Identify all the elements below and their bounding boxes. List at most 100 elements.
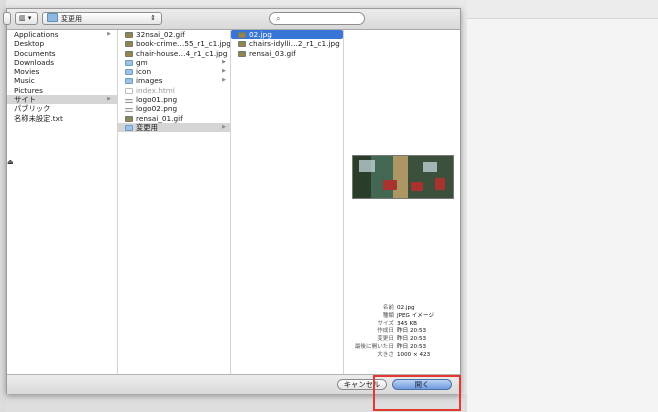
- folder-icon: [125, 69, 133, 76]
- list-item[interactable]: book-crime…55_r1_c1.jpg: [118, 39, 230, 48]
- png-file-icon: [125, 108, 133, 113]
- image-file-icon: [238, 41, 246, 48]
- sidebar-item-music[interactable]: Music: [7, 76, 117, 85]
- browser-column-1: 32nsai_02.gif book-crime…55_r1_c1.jpg ch…: [118, 30, 231, 374]
- preview-image-detail: [435, 178, 445, 190]
- file-info-panel: 名前 02.jpg 種類 JPEG イメージ サイズ 345 KB 作成日 昨日 20:…: [344, 305, 460, 360]
- preview-image-detail: [411, 182, 423, 191]
- list-item[interactable]: chairs-idylli…2_r1_c1.jpg: [231, 39, 343, 48]
- folder-icon: [47, 13, 58, 22]
- sidebar-item-untitled-txt[interactable]: 名称未設定.txt: [7, 114, 117, 123]
- image-file-icon: [125, 41, 133, 48]
- info-value: 昨日 20:53: [397, 343, 427, 350]
- info-row-modified: 変更日 昨日 20:53: [344, 336, 460, 344]
- open-file-dialog: ▥ ▾ 変更用 ⇕ ⌕ Applications ▶ Desktop Docume…: [3, 8, 461, 394]
- sidebar-item-site[interactable]: サイト ▶: [7, 95, 117, 105]
- list-item[interactable]: logo02.png: [118, 104, 230, 113]
- file-name: logo02.png: [136, 104, 178, 114]
- info-value: 昨日 20:53: [397, 336, 427, 343]
- list-item[interactable]: chair-house…4_r1_c1.jpg: [118, 49, 230, 58]
- image-file-icon: [238, 32, 246, 38]
- file-name: 32nsai_02.gif: [136, 30, 185, 39]
- image-file-icon: [125, 50, 133, 57]
- sidebar-item-desktop[interactable]: Desktop: [7, 39, 117, 48]
- info-value: 02.jpg: [397, 305, 415, 311]
- file-name: 02.jpg: [249, 30, 272, 39]
- search-icon: ⌕: [276, 14, 281, 23]
- info-row-dimensions: 大きさ 1000 × 423: [344, 352, 460, 360]
- path-popup-label: 変更用: [61, 15, 82, 23]
- preview-image-detail: [383, 180, 397, 190]
- folder-name: gm: [136, 57, 148, 67]
- preview-image-thumbnail: [352, 155, 454, 199]
- disclosure-arrow-icon: ▶: [222, 77, 226, 84]
- dialog-toolbar: ▥ ▾ 変更用 ⇕ ⌕: [3, 9, 460, 30]
- image-file-icon: [238, 50, 246, 57]
- preview-image-detail: [423, 162, 437, 172]
- list-item[interactable]: icon ▶: [118, 67, 230, 76]
- image-file-icon: [125, 115, 133, 122]
- info-row-kind: 種類 JPEG イメージ: [344, 313, 460, 321]
- sidebar-item-label: Applications: [14, 30, 59, 39]
- list-item[interactable]: gm ▶: [118, 58, 230, 67]
- sidebar-item-label: Desktop: [14, 39, 45, 49]
- open-button-highlight-annotation: [373, 375, 461, 411]
- list-item[interactable]: images ▶: [118, 76, 230, 85]
- list-item[interactable]: 32nsai_02.gif: [118, 30, 230, 39]
- sidebar-item-label: サイト: [14, 95, 36, 105]
- disclosure-arrow-icon: ▶: [107, 96, 111, 103]
- sidebar-item-label: Downloads: [14, 57, 55, 67]
- column-view-icon: ▥ ▾: [19, 14, 32, 22]
- sidebar-item-applications[interactable]: Applications ▶: [7, 30, 117, 39]
- png-file-icon: [125, 99, 133, 104]
- list-item-selected-folder[interactable]: 変更用 ▶: [118, 122, 230, 133]
- background-right-panel: [467, 0, 658, 412]
- file-name: chair-house…4_r1_c1.jpg: [136, 48, 228, 58]
- folder-name: images: [136, 76, 163, 86]
- browser-column-2: 02.jpg chairs-idylli…2_r1_c1.jpg rensai_…: [231, 30, 344, 374]
- file-name: index.html: [136, 85, 175, 95]
- info-label: 名前: [382, 305, 394, 311]
- file-name: rensai_01.gif: [136, 113, 183, 123]
- disclosure-arrow-icon: ▶: [222, 58, 226, 65]
- chevron-updown-icon: ⇕: [150, 14, 156, 22]
- column-browser: Applications ▶ Desktop Documents Download…: [7, 30, 460, 374]
- eject-icon[interactable]: ⏏: [7, 158, 14, 166]
- list-item-selected-file[interactable]: 02.jpg: [231, 30, 343, 40]
- sidebar-item-public[interactable]: パブリック: [7, 104, 117, 113]
- disclosure-arrow-icon: ▶: [222, 123, 226, 130]
- sidebar-item-label: 名称未設定.txt: [14, 113, 63, 123]
- back-forward-button[interactable]: [3, 12, 11, 25]
- sidebar-item-label: パブリック: [14, 104, 51, 114]
- info-row-name: 名前 02.jpg: [344, 305, 460, 313]
- sidebar-item-documents[interactable]: Documents: [7, 49, 117, 58]
- sidebar-item-movies[interactable]: Movies: [7, 67, 117, 76]
- file-name: logo01.png: [136, 95, 178, 105]
- file-name: rensai_03.gif: [249, 48, 296, 58]
- info-value: JPEG イメージ: [397, 312, 434, 319]
- list-item[interactable]: logo01.png: [118, 95, 230, 104]
- info-row-last-opened: 最後に開いた日 昨日 20:53: [344, 344, 460, 352]
- sidebar-item-downloads[interactable]: Downloads: [7, 58, 117, 67]
- info-label: 変更日: [377, 336, 394, 343]
- list-item[interactable]: rensai_01.gif: [118, 114, 230, 123]
- folder-icon: [125, 59, 133, 66]
- sidebar-item-pictures[interactable]: Pictures: [7, 86, 117, 95]
- sidebar-item-label: Movies: [14, 67, 40, 77]
- image-file-icon: [125, 32, 133, 38]
- sidebar-column: Applications ▶ Desktop Documents Download…: [7, 30, 118, 374]
- folder-icon: [125, 124, 133, 131]
- search-input[interactable]: ⌕: [269, 12, 365, 25]
- folder-icon: [125, 78, 133, 85]
- info-label: 種類: [382, 312, 394, 319]
- path-popup-button[interactable]: 変更用 ⇕: [42, 12, 162, 25]
- view-mode-button[interactable]: ▥ ▾: [15, 12, 38, 25]
- sidebar-item-label: Music: [14, 76, 35, 86]
- file-name: book-crime…55_r1_c1.jpg: [136, 39, 230, 49]
- list-item[interactable]: rensai_03.gif: [231, 49, 343, 58]
- info-label: 大きさ: [377, 351, 394, 358]
- disclosure-arrow-icon: ▶: [222, 68, 226, 75]
- folder-name: icon: [136, 67, 152, 77]
- list-item[interactable]: index.html: [118, 86, 230, 95]
- info-label: 最後に開いた日: [354, 343, 394, 350]
